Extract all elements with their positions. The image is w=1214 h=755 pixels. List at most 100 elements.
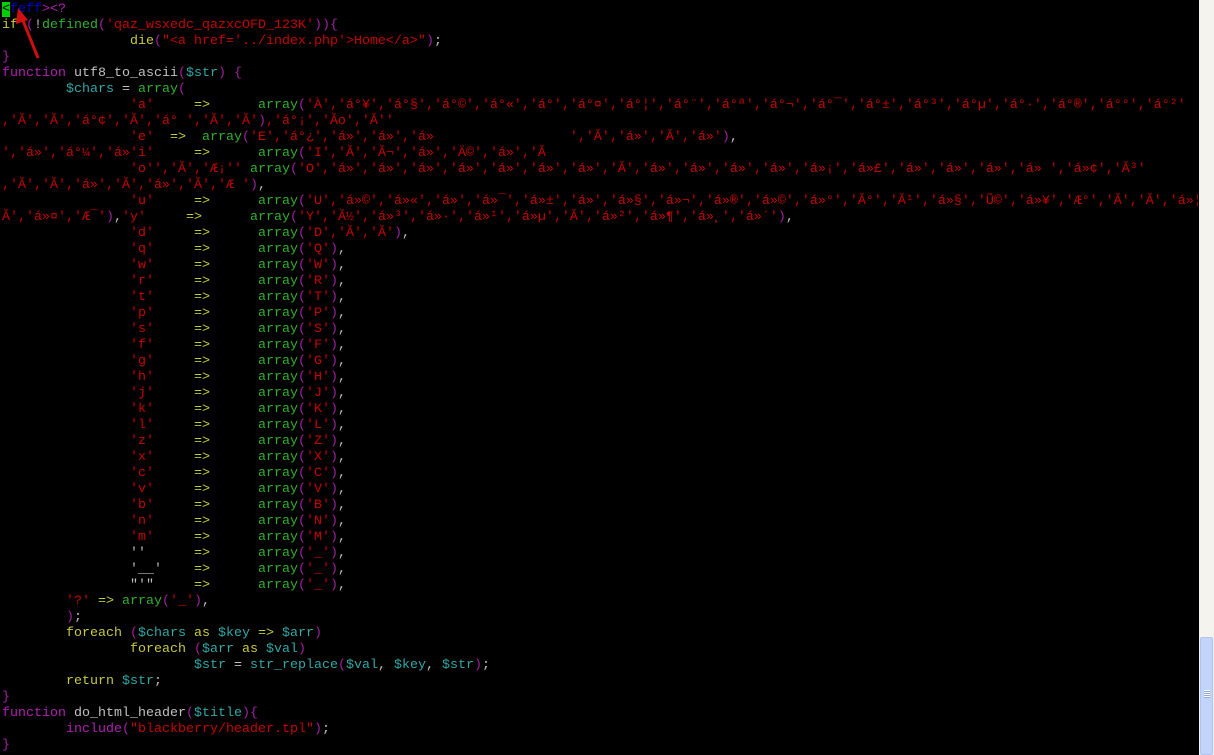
code-token: 'v' [129,482,154,497]
code-token: } [2,690,10,705]
code-token: 'w' [129,258,154,273]
code-line: } [2,50,1198,66]
code-token: 'r' [129,274,154,289]
code-token: 'y' [121,210,146,225]
code-token: array [257,578,298,593]
code-token: , [337,418,346,433]
code-token: 'T' [305,290,330,305]
code-token: 'q' [129,242,154,257]
code-token: 'G' [305,354,330,369]
code-token: => [250,626,282,641]
code-token: ( [241,130,250,145]
code-token: 'a' [129,98,154,113]
code-token: array [257,274,298,289]
code-token: ; [74,610,82,625]
code-token: ( [153,34,162,49]
code-token: => [185,210,202,225]
code-token: ) [329,482,338,497]
code-token: array [257,338,298,353]
code-line: 't' => array('T'), [2,290,1198,306]
code-token: 'P' [305,306,330,321]
code-token: '_' [305,546,330,561]
code-line: 'n' => array('N'), [2,514,1198,530]
code-token: ','á»','á°¼','á»' [2,146,138,161]
code-editor[interactable]: <feff><? if (!defined('qaz_wsxedc_qazxcOF… [2,2,1198,755]
code-token: 'S' [305,322,330,337]
code-token: $key [393,658,426,673]
code-line: 'p' => array('P'), [2,306,1198,322]
code-line: 'g' => array('G'), [2,354,1198,370]
code-token: ,'á°¡','Ăo','Ă'' [265,114,394,129]
code-line: Ă','á»¤','Æ¯'),'y' => array('Y','Ă½','á»… [2,210,1198,226]
code-token: ( [297,290,306,305]
code-token: ( [178,82,186,97]
code-token: '?' [66,594,90,609]
code-token: ( [122,722,130,737]
vertical-scrollbar[interactable] [1199,0,1214,755]
code-token: "blackberry/header.tpl" [130,722,314,737]
code-token: , [337,498,346,513]
code-token: 'R' [305,274,330,289]
code-token: ( [289,210,298,225]
scrollbar-thumb[interactable] [1200,637,1213,755]
code-line: } [2,690,1198,706]
code-token: $str [441,658,474,673]
code-token: , [113,210,122,225]
code-token: $arr [201,642,234,657]
code-line: include("blackberry/header.tpl"); [2,722,1198,738]
code-token: 'N' [305,514,330,529]
code-line: 'k' => array('K'), [2,402,1198,418]
code-token: , [337,306,346,321]
code-token: ) [329,370,338,385]
code-token: ( [177,66,186,81]
code-token: 'F' [305,338,330,353]
code-token: $str [122,674,154,689]
code-line: 'f' => array('F'), [2,338,1198,354]
code-token: ; [154,674,162,689]
code-token: ) [257,114,266,129]
code-token: array [257,194,298,209]
code-token: { [249,706,258,721]
code-token: => [193,562,210,577]
code-token: ( [162,594,170,609]
code-token: '__' [129,562,162,577]
code-token: 'f' [129,338,154,353]
code-line: 'e' => array('E','á°¿','á»','á»','á» ','… [2,130,1198,146]
code-token: ( [297,546,306,561]
code-token: => [193,386,210,401]
code-token: ( [185,706,194,721]
code-token: , [401,226,410,241]
code-token: ) [194,594,202,609]
code-token: function [2,706,66,721]
code-token: array [257,354,298,369]
code-token: array [138,82,178,97]
code-token: ) [66,610,74,625]
code-token: ( [297,498,306,513]
code-token: => [193,258,210,273]
code-token: 'M' [305,530,330,545]
code-token: ( [297,386,306,401]
code-token: , [337,402,346,417]
code-token: array [257,98,298,113]
